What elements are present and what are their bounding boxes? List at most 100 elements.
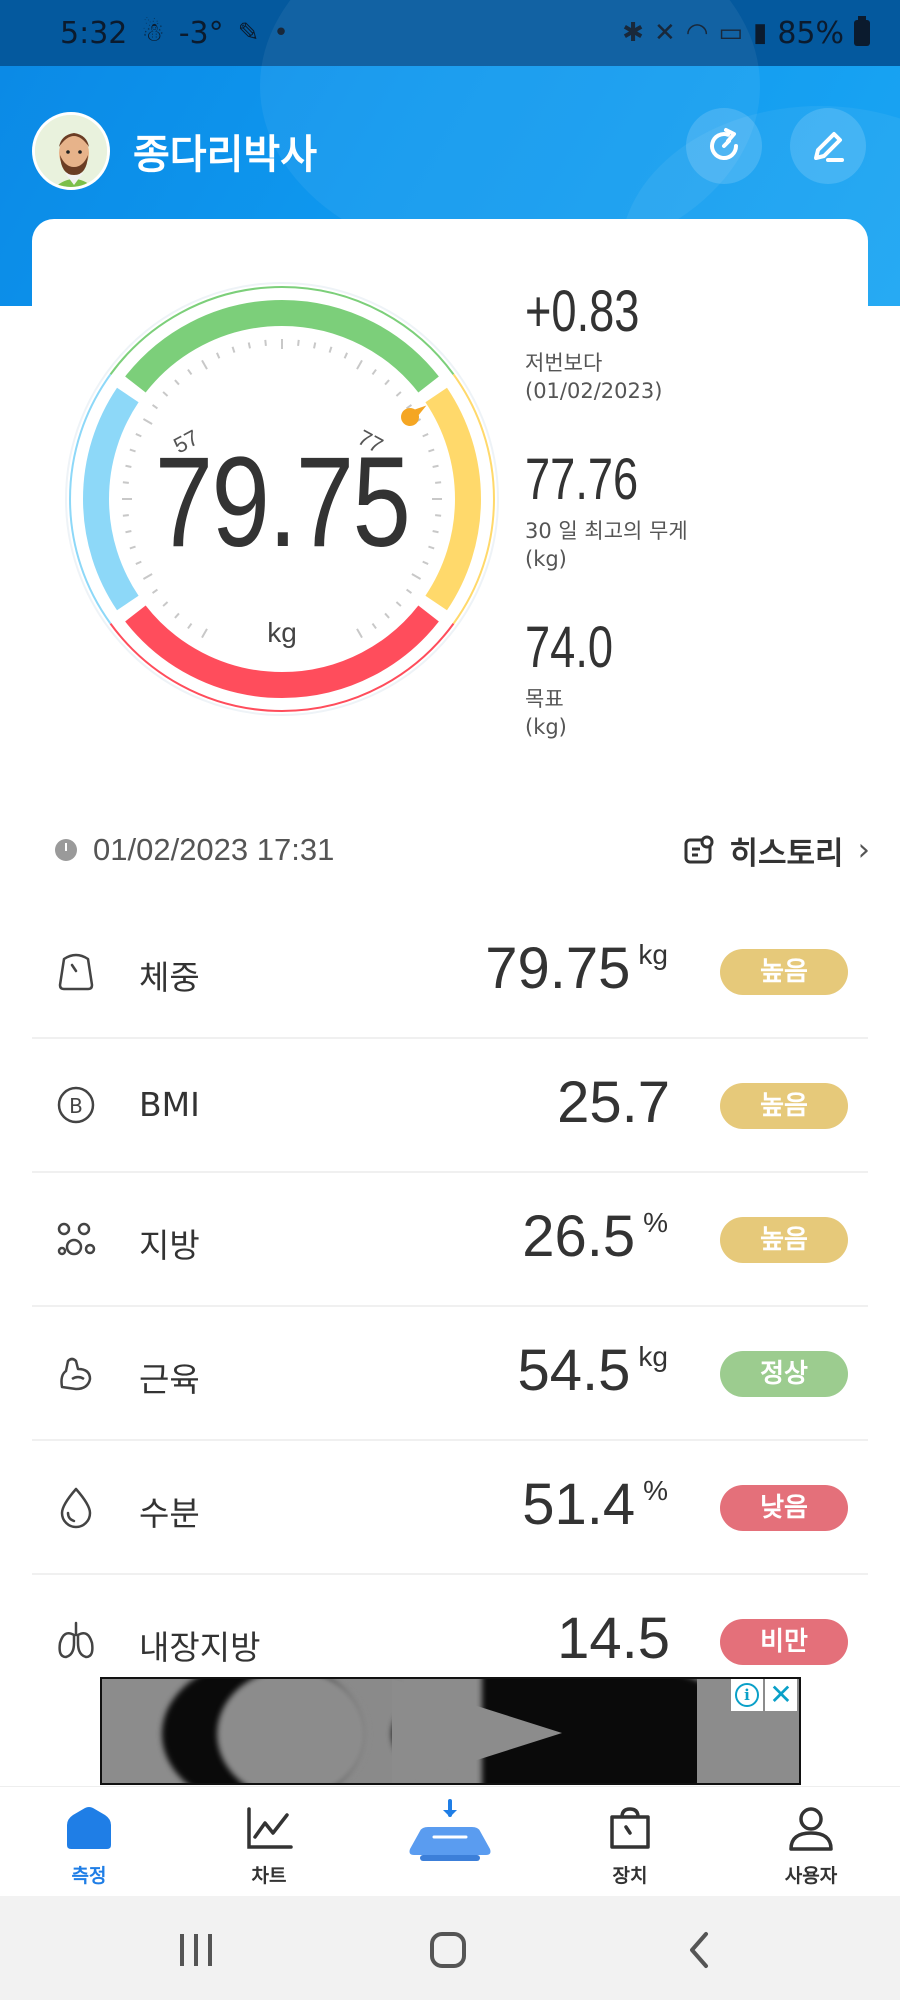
battery-percent: 85% (777, 15, 844, 51)
stat-goal-value: 74.0 (525, 615, 614, 680)
metric-name: 체중 (139, 958, 200, 997)
stat-goal-unit: (kg) (525, 715, 567, 739)
metric-value: 14.5 (557, 1605, 670, 1672)
chart-icon (247, 1807, 293, 1849)
gauge-tick-mark (151, 404, 158, 410)
scale-icon (409, 1799, 491, 1861)
stat-change-label: 저번보다 (525, 351, 603, 375)
back-icon[interactable] (684, 1930, 714, 1970)
gauge-tick-mark (174, 379, 180, 386)
metric-weight[interactable]: 체중 79.75 kg 높음 (32, 905, 868, 1039)
gauge-tick-mark (371, 368, 377, 375)
stat-change-date: (01/02/2023) (525, 379, 663, 403)
avatar-face-icon (35, 115, 107, 187)
stat-change: +0.83 저번보다 (01/02/2023) (525, 283, 672, 405)
metric-value: 79.75 kg (485, 935, 668, 1002)
gauge-tick-mark (343, 352, 348, 359)
metric-unit: % (643, 1475, 668, 1506)
chevron-right-icon: › (857, 832, 870, 868)
summary-card: 57 77 79.75 kg +0.83 저번보다 (01/02/2023) 7… (32, 219, 868, 779)
metric-fat[interactable]: 지방 26.5% 높음 (32, 1173, 868, 1307)
signal-icon: ▮ (753, 18, 768, 48)
metric-bmi[interactable]: B BMI 25.7 높음 (32, 1039, 868, 1173)
nav-label: 장치 (612, 1865, 648, 1887)
gauge-tick-mark (216, 352, 221, 359)
gauge-tick-mark (313, 342, 317, 349)
gauge-tick-mark (395, 601, 402, 607)
clock-icon (55, 839, 77, 861)
nav-label: 사용자 (784, 1865, 838, 1887)
avatar[interactable] (32, 112, 110, 190)
gauge-tick-mark (384, 379, 390, 386)
metric-water[interactable]: 수분 51.4% 낮음 (32, 1441, 868, 1575)
metric-value: 54.5 kg (518, 1337, 668, 1404)
system-nav-bar (0, 1896, 900, 2000)
status-temperature: -3° (178, 15, 224, 51)
metric-name: BMI (139, 1085, 200, 1124)
metric-value: 25.7 (557, 1069, 670, 1136)
gauge-tick-mark (201, 359, 208, 370)
bottom-nav: 측정 차트 장치 사용자 (0, 1786, 900, 1896)
status-badge: 정상 (720, 1351, 848, 1397)
ad-banner[interactable]: i ✕ (100, 1677, 801, 1785)
status-badge: 낮음 (720, 1485, 848, 1531)
metric-value: 51.4% (522, 1471, 668, 1538)
gauge-tick-mark (231, 346, 236, 353)
pencil-icon (814, 132, 844, 162)
stat-30day-max-label: 30 일 최고의 무게 (525, 519, 688, 543)
history-button[interactable]: 히스토리 › (682, 828, 870, 873)
refresh-icon (710, 128, 738, 160)
stat-30day-max-unit: (kg) (525, 547, 567, 571)
status-time: 5:32 (60, 15, 128, 51)
nav-label: 측정 (71, 1865, 107, 1887)
nav-label: 차트 (251, 1865, 287, 1887)
metric-number: 26.5 (522, 1204, 636, 1269)
recent-apps-icon[interactable] (176, 1932, 216, 1968)
measurement-datetime: 01/02/2023 17:31 (93, 832, 335, 867)
home-nav-icon[interactable] (428, 1930, 468, 1970)
metric-number: 79.75 (485, 936, 631, 1001)
username: 종다리박사 (133, 132, 317, 178)
gauge-tick-mark (187, 368, 193, 375)
gauge-tick-mark (297, 339, 300, 346)
metric-muscle[interactable]: 근육 54.5 kg 정상 (32, 1307, 868, 1441)
metric-number: 54.5 (517, 1338, 631, 1403)
metric-name: 지방 (139, 1226, 200, 1265)
gauge-tick-mark (264, 339, 267, 346)
nav-chart[interactable]: 차트 (214, 1805, 324, 1888)
metric-name: 수분 (139, 1494, 200, 1533)
status-badge: 높음 (720, 1083, 848, 1129)
metric-name: 근육 (139, 1360, 200, 1399)
snowman-icon: ☃ (141, 18, 165, 48)
water-icon (60, 1487, 92, 1529)
metric-unit: kg (638, 1341, 668, 1372)
visceral-fat-icon (58, 1621, 94, 1659)
nav-scale-sync[interactable] (390, 1797, 510, 1887)
metric-value: 26.5% (522, 1203, 668, 1270)
gauge-tick-mark (162, 391, 169, 397)
metric-unit: % (643, 1207, 668, 1238)
metric-unit: kg (638, 939, 668, 970)
history-icon (684, 835, 713, 864)
sync-button[interactable] (686, 108, 762, 184)
device-icon (610, 1807, 650, 1849)
metric-number: 25.7 (557, 1070, 670, 1135)
stat-30day-max: 77.76 30 일 최고의 무게 (kg) (525, 451, 688, 573)
metric-name: 내장지방 (139, 1628, 261, 1667)
status-badge: 높음 (720, 949, 848, 995)
ad-choices-icon[interactable]: i (731, 1679, 763, 1711)
weight-icon (58, 953, 94, 991)
gauge-tick-mark (406, 404, 413, 410)
gauge-tick-mark (406, 588, 413, 594)
measurement-row: 01/02/2023 17:31 히스토리 › (55, 825, 870, 875)
notification-icon: ✎ (237, 18, 260, 48)
nav-measure[interactable]: 측정 (34, 1805, 144, 1888)
nav-user[interactable]: 사용자 (756, 1805, 866, 1888)
svg-text:B: B (69, 1094, 83, 1118)
gauge-tick-mark (395, 391, 402, 397)
user-icon (789, 1807, 833, 1851)
edit-button[interactable] (790, 108, 866, 184)
metric-number: 51.4 (522, 1472, 636, 1537)
nav-device[interactable]: 장치 (575, 1805, 685, 1888)
ad-close-icon[interactable]: ✕ (765, 1679, 797, 1711)
